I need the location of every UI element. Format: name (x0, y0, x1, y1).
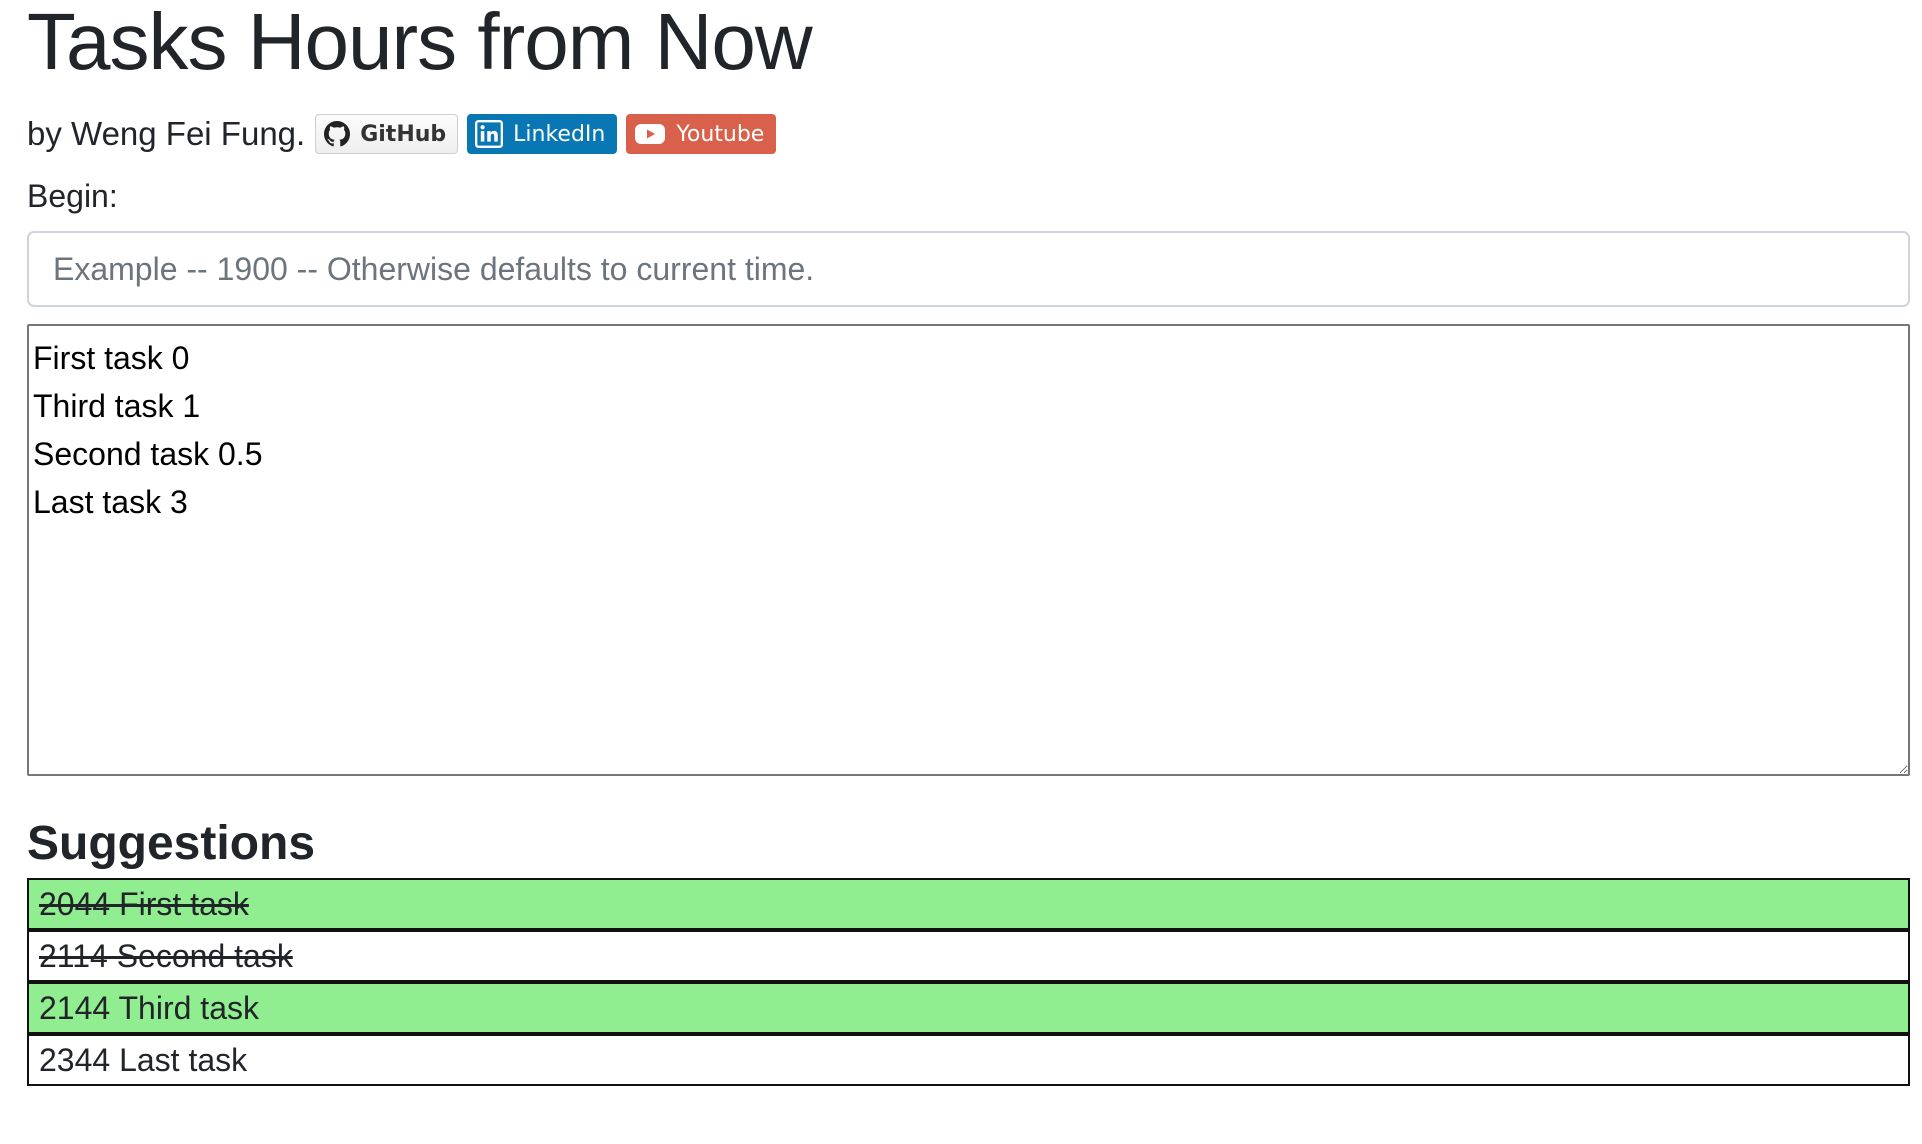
youtube-badge-label: Youtube (676, 121, 765, 147)
suggestion-list: 2044 First task 2114 Second task 2144 Th… (27, 878, 1910, 1086)
linkedin-icon (475, 120, 504, 148)
suggestion-text: 2144 Third task (39, 990, 259, 1026)
byline: by Weng Fei Fung. GitHub LinkedIn Youtub… (27, 114, 1906, 154)
linkedin-badge-label: LinkedIn (513, 121, 606, 147)
github-badge[interactable]: GitHub (315, 114, 459, 154)
github-icon (324, 121, 351, 147)
suggestion-item[interactable]: 2044 First task (27, 878, 1910, 930)
page: Tasks Hours from Now by Weng Fei Fung. G… (0, 0, 1922, 1086)
suggestion-item[interactable]: 2144 Third task (27, 982, 1910, 1034)
begin-time-input[interactable] (27, 231, 1910, 307)
suggestions-heading: Suggestions (27, 817, 316, 870)
youtube-badge[interactable]: Youtube (626, 114, 777, 154)
suggestion-item[interactable]: 2344 Last task (27, 1034, 1910, 1086)
author-text: by Weng Fei Fung. (27, 115, 306, 152)
suggestion-text: 2114 Second task (39, 938, 293, 974)
github-badge-label: GitHub (360, 121, 447, 147)
linkedin-badge[interactable]: LinkedIn (467, 114, 618, 154)
suggestion-item[interactable]: 2114 Second task (27, 930, 1910, 982)
suggestion-text: 2044 First task (39, 886, 249, 922)
begin-label: Begin: (27, 178, 118, 214)
suggestion-text: 2344 Last task (39, 1042, 248, 1078)
page-title: Tasks Hours from Now (27, 0, 813, 86)
tasks-textarea[interactable] (27, 324, 1910, 776)
youtube-icon (635, 124, 666, 144)
